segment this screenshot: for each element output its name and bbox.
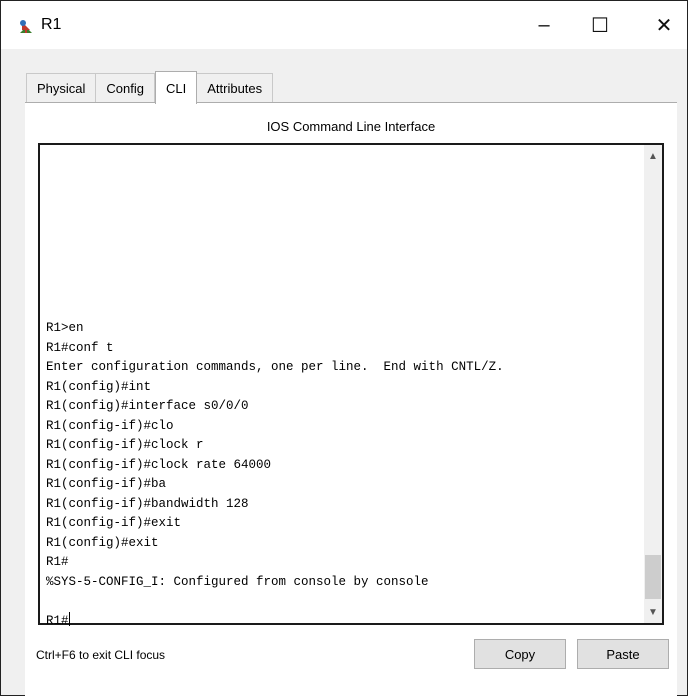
scroll-down-icon[interactable]: ▼ (644, 603, 662, 621)
copy-button[interactable]: Copy (474, 639, 566, 669)
console-line: R1(config-if)#clo (46, 418, 174, 433)
exit-focus-hint: Ctrl+F6 to exit CLI focus (36, 648, 166, 662)
console-line: R1(config-if)#ba (46, 477, 167, 491)
tab-config[interactable]: Config (96, 73, 155, 103)
panel-title: IOS Command Line Interface (266, 119, 436, 134)
console-line: Enter configuration commands, one per li… (46, 360, 504, 374)
window-title: R1 (41, 16, 62, 33)
tab-attributes[interactable]: Attributes (197, 73, 274, 103)
close-button[interactable]: ✕ (641, 1, 687, 49)
console-scrollbar[interactable]: ▲ ▼ (644, 145, 662, 623)
router-app-icon (20, 20, 32, 33)
console-line: R1(config)#exit (46, 535, 159, 550)
paste-button[interactable]: Paste (577, 639, 669, 669)
cli-panel: IOS Command Line Interface R1>en R1#conf … (25, 102, 677, 698)
console-line: R1#conf t (46, 340, 114, 355)
console-line: R1(config)#int (46, 379, 152, 394)
tab-physical[interactable]: Physical (26, 73, 97, 103)
console-line: R1>en (46, 321, 84, 335)
console-output[interactable]: R1>en R1#conf t Enter configuration comman… (46, 319, 640, 628)
cli-console[interactable]: R1>en R1#conf t Enter configuration comman… (38, 143, 664, 628)
console-line: R1# (46, 555, 69, 569)
maximize-button[interactable]: ☐ (577, 1, 623, 49)
tab-bar: Physical Config CLI Attributes (26, 71, 274, 104)
console-line: R1# (46, 611, 70, 628)
title-bar[interactable]: R1 – ☐ ✕ (1, 1, 687, 49)
console-line: R1(config-if)#clock rate 64000 (46, 457, 272, 472)
scroll-thumb[interactable] (645, 555, 661, 599)
console-line: R1(config-if)#bandwidth 128 (46, 496, 249, 511)
scroll-up-icon[interactable]: ▲ (644, 147, 662, 165)
console-line: R1(config)#interface s0/0/0 (46, 399, 249, 413)
text-cursor (68, 611, 70, 626)
console-line: R1(config-if)#exit (46, 516, 182, 530)
console-line: %SYS-5-CONFIG_I: Configured from console… (46, 574, 429, 589)
router-window: R1 – ☐ ✕ Physical Config CLI Attributes … (0, 0, 688, 698)
console-line: R1(config-if)#clock r (46, 438, 204, 452)
tab-cli[interactable]: CLI (155, 71, 198, 104)
minimize-button[interactable]: – (521, 1, 567, 49)
